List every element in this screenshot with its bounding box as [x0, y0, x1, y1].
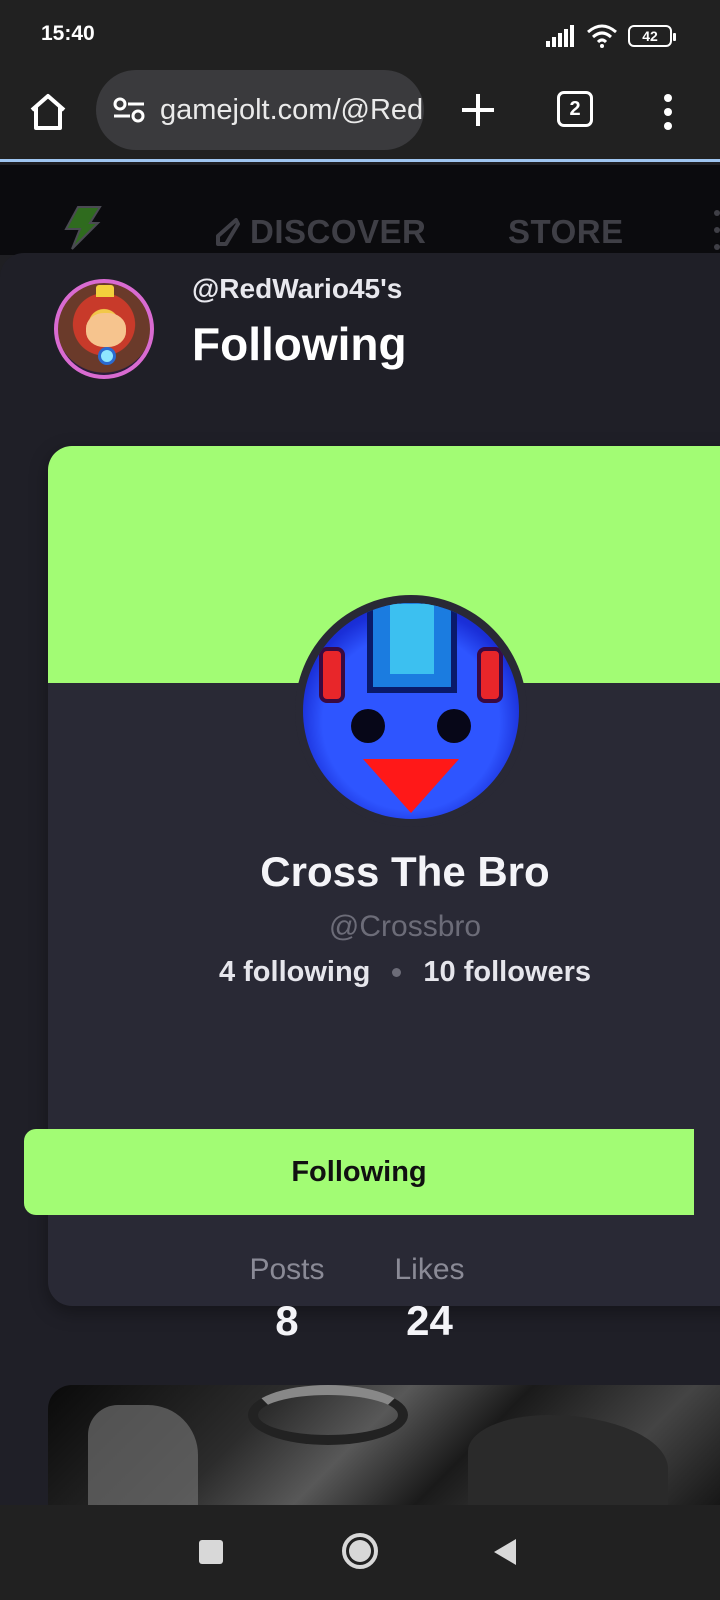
- following-sheet: @RedWario45's Following Cross The Bro @C…: [0, 253, 720, 1505]
- signal-icon: [546, 25, 574, 47]
- following-count[interactable]: 4 following: [219, 956, 370, 989]
- nav-discover-label[interactable]: DISCOVER: [250, 213, 426, 251]
- posts-label: Posts: [249, 1253, 325, 1286]
- status-icons: 42: [546, 24, 676, 48]
- address-bar[interactable]: gamejolt.com/@RedWario45/following: [96, 70, 424, 150]
- user-metrics: Posts 8 Likes 24: [0, 1253, 714, 1345]
- owner-handle[interactable]: @RedWario45's: [192, 273, 402, 305]
- site-nav: DISCOVER STORE: [0, 165, 720, 255]
- owner-avatar[interactable]: [54, 279, 154, 379]
- home-button-icon[interactable]: [342, 1533, 378, 1569]
- next-user-card-banner[interactable]: [48, 1385, 720, 1505]
- user-follow-stats: 4 following 10 followers: [48, 956, 720, 989]
- user-username[interactable]: @Crossbro: [48, 910, 720, 944]
- followers-count[interactable]: 10 followers: [423, 956, 591, 989]
- posts-value: 8: [275, 1297, 299, 1344]
- tabs-icon[interactable]: 2: [557, 91, 593, 127]
- nav-discover[interactable]: DISCOVER: [214, 213, 426, 251]
- wifi-icon: [587, 24, 617, 48]
- home-icon[interactable]: [26, 90, 70, 134]
- new-tab-icon[interactable]: [456, 88, 500, 132]
- url-text[interactable]: gamejolt.com/@RedWario45/following: [160, 94, 424, 127]
- back-icon[interactable]: [494, 1539, 516, 1565]
- likes-value: 24: [406, 1297, 453, 1344]
- battery-icon: 42: [628, 25, 676, 47]
- following-button[interactable]: Following: [24, 1129, 694, 1215]
- gamejolt-logo-icon[interactable]: [60, 205, 104, 251]
- system-nav-bar: [0, 1505, 720, 1600]
- status-bar: 15:40 42: [0, 0, 720, 68]
- more-menu-icon[interactable]: [656, 90, 680, 134]
- nav-store[interactable]: STORE: [508, 213, 624, 251]
- more-icon[interactable]: [714, 210, 720, 250]
- likes-label: Likes: [394, 1253, 465, 1286]
- user-avatar[interactable]: [295, 595, 527, 827]
- discover-icon: [216, 218, 240, 246]
- page-load-progress: [0, 159, 720, 162]
- likes-metric: Likes 24: [394, 1253, 464, 1345]
- tab-count: 2: [569, 97, 581, 120]
- recents-icon[interactable]: [199, 1540, 223, 1564]
- user-display-name[interactable]: Cross The Bro: [48, 848, 720, 896]
- browser-toolbar: gamejolt.com/@RedWario45/following 2: [0, 68, 720, 162]
- separator-dot: [392, 968, 402, 977]
- site-settings-icon[interactable]: [112, 96, 146, 124]
- battery-level: 42: [642, 28, 658, 44]
- page-title: Following: [192, 318, 407, 370]
- posts-metric: Posts 8: [249, 1253, 324, 1345]
- status-time: 15:40: [41, 22, 95, 45]
